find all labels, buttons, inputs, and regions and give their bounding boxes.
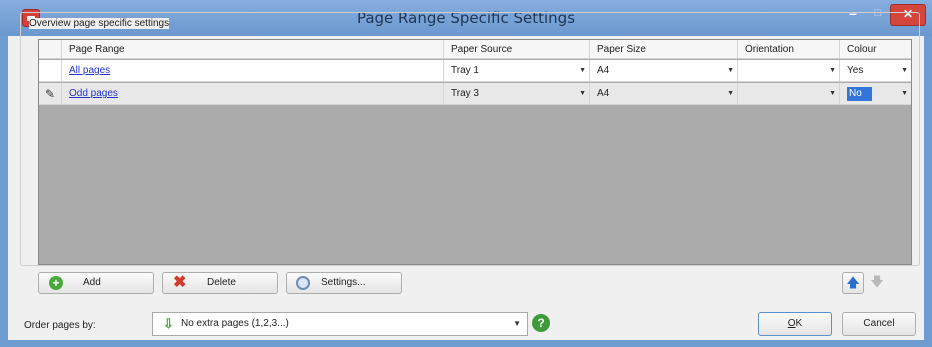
add-button[interactable]: + Add [38, 272, 154, 294]
grid-header: Page Range Paper Source Paper Size Orien… [39, 40, 911, 59]
settings-button-label: Settings... [321, 277, 366, 288]
chevron-down-icon[interactable]: ▼ [901, 60, 908, 82]
ok-button[interactable]: OK [758, 312, 832, 336]
chevron-down-icon[interactable]: ▼ [579, 60, 586, 82]
page-range-link[interactable]: All pages [62, 60, 444, 82]
chevron-down-icon[interactable]: ▼ [727, 60, 734, 82]
row-indicator [39, 60, 62, 82]
gear-icon [296, 276, 310, 290]
order-pages-value: No extra pages (1,2,3...) [181, 318, 289, 329]
chevron-down-icon[interactable]: ▼ [829, 83, 836, 105]
page-range-link[interactable]: Odd pages [62, 83, 444, 105]
column-header-colour[interactable]: Colour [840, 40, 911, 59]
column-header-orientation[interactable]: Orientation [738, 40, 840, 59]
table-row[interactable]: All pages Tray 1 ▼ A4 ▼ ▼ Yes ▼ [39, 60, 911, 82]
plus-icon: + [49, 276, 63, 290]
cancel-button[interactable]: Cancel [842, 312, 916, 336]
paper-size-dropdown[interactable]: A4 ▼ [590, 60, 738, 82]
chevron-down-icon[interactable]: ▼ [579, 83, 586, 105]
colour-value: Yes [847, 65, 864, 76]
order-pages-dropdown[interactable]: ⇩ No extra pages (1,2,3...) ▼ [152, 312, 528, 336]
chevron-down-icon[interactable]: ▼ [901, 83, 908, 105]
arrow-down-icon: 🡇 [870, 274, 884, 289]
paper-size-dropdown[interactable]: A4 ▼ [590, 83, 738, 105]
order-pages-label: Order pages by: [24, 320, 96, 331]
add-button-label: Add [83, 277, 101, 288]
move-up-button[interactable]: 🡅 [842, 272, 864, 294]
paper-size-value: A4 [597, 65, 610, 76]
column-header-paper-source[interactable]: Paper Source [444, 40, 590, 59]
delete-button[interactable]: ✖ Delete [162, 272, 278, 294]
colour-dropdown[interactable]: Yes ▼ [840, 60, 911, 82]
move-down-button[interactable]: 🡇 [866, 272, 888, 294]
chevron-down-icon[interactable]: ▼ [829, 60, 836, 82]
orientation-dropdown[interactable]: ▼ [738, 83, 840, 105]
x-icon: ✖ [173, 274, 187, 291]
help-icon[interactable]: ? [532, 314, 550, 332]
paper-source-dropdown[interactable]: Tray 1 ▼ [444, 60, 590, 82]
chevron-down-icon[interactable]: ▼ [513, 313, 521, 335]
edit-pencil-icon: ✎ [39, 83, 62, 105]
colour-value-selected[interactable]: No [847, 87, 872, 101]
grid-body: Page Range Paper Source Paper Size Orien… [39, 40, 911, 264]
column-header-page-range[interactable]: Page Range [62, 40, 444, 59]
column-header-paper-size[interactable]: Paper Size [590, 40, 738, 59]
settings-button[interactable]: Settings... [286, 272, 402, 294]
paper-source-value: Tray 1 [451, 65, 479, 76]
colour-dropdown[interactable]: No ▼ [840, 83, 911, 105]
table-row[interactable]: ✎ Odd pages Tray 3 ▼ A4 ▼ ▼ No ▼ [39, 83, 911, 105]
page-range-grid[interactable]: Page Range Paper Source Paper Size Orien… [38, 39, 912, 265]
header-indicator-cell [39, 40, 62, 59]
chevron-down-icon[interactable]: ▼ [727, 83, 734, 105]
arrow-down-green-icon: ⇩ [163, 316, 174, 331]
paper-source-dropdown[interactable]: Tray 3 ▼ [444, 83, 590, 105]
orientation-dropdown[interactable]: ▼ [738, 60, 840, 82]
paper-size-value: A4 [597, 88, 610, 99]
overview-group-label: Overview page specific settings [29, 18, 170, 29]
ok-label-rest: K [795, 318, 803, 329]
ok-mnemonic: O [787, 318, 796, 329]
paper-source-value: Tray 3 [451, 88, 479, 99]
delete-button-label: Delete [207, 277, 236, 288]
arrow-up-icon: 🡅 [846, 275, 860, 290]
